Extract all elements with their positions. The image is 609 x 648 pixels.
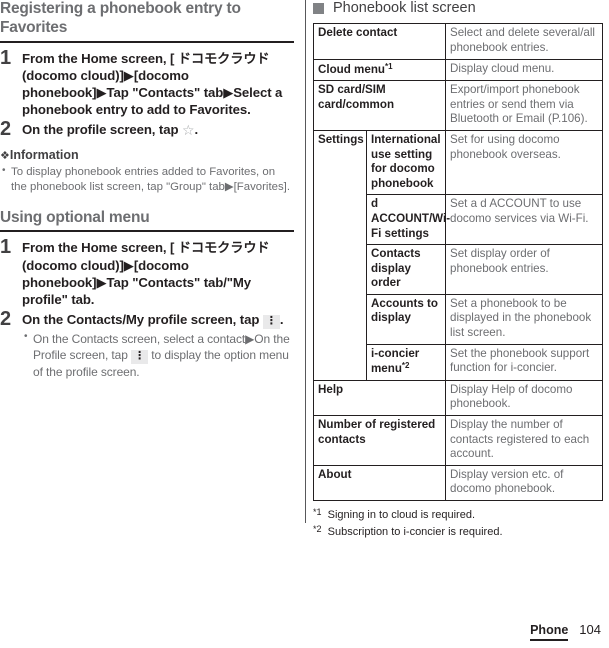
page-footer: Phone 104	[530, 622, 601, 641]
manual-page: Registering a phonebook entry to Favorit…	[0, 0, 609, 648]
row-value: Display the number of contacts registere…	[445, 415, 603, 466]
step-number: 1	[0, 46, 12, 69]
section-rule	[0, 40, 294, 43]
footnote-item: *2 Subscription to i-concier is required…	[313, 523, 602, 540]
key-label: SD card/SIM card/common	[318, 83, 395, 111]
step-text-after: .	[279, 312, 284, 328]
table-row: Delete contact Select and delete several…	[313, 23, 603, 60]
row-key: Help	[313, 379, 446, 417]
table-row: Settings International use setting for d…	[313, 129, 603, 381]
row-subkey: d ACCOUNT/Wi-Fi settings	[366, 194, 450, 246]
row-key: Number of registered contacts	[313, 415, 446, 466]
row-key: About	[313, 464, 446, 502]
table-row: Number of registered contacts Display th…	[313, 415, 603, 466]
step-number: 2	[0, 308, 12, 331]
footer-page-number: 104	[579, 622, 601, 638]
filled-square-icon	[313, 3, 324, 15]
step-1-registering: 1 From the Home screen, [ ドコモクラウド (docom…	[0, 46, 294, 119]
step-text: On the profile screen, tap ☆.	[22, 121, 294, 138]
row-subkey: Accounts to display	[366, 293, 446, 345]
row-key: Delete contact	[313, 23, 446, 60]
information-heading: ❖Information	[0, 148, 294, 163]
table-row: Help Display Help of docomo phonebook.	[313, 379, 603, 417]
footnote-marker: *2	[401, 361, 410, 371]
row-value: Set a phonebook to be displayed in the p…	[445, 293, 603, 345]
star-outline-icon: ☆	[182, 122, 195, 139]
step-text: On the Contacts/My profile screen, tap ⋮…	[22, 311, 294, 380]
list-item: To display phonebook entries added to Fa…	[0, 164, 294, 195]
footnote-marker: *1	[313, 507, 322, 518]
menu-options-table: Delete contact Select and delete several…	[313, 23, 603, 502]
row-key-settings: Settings	[313, 129, 367, 381]
row-value: Export/import phonebook entries or send …	[445, 80, 603, 131]
footnote-text: Signing in to cloud is required.	[327, 509, 476, 522]
kebab-menu-icon: ⋮	[131, 350, 149, 365]
list-item: On the Contacts screen, select a contact…	[22, 330, 294, 380]
heading-label: Phonebook list screen	[333, 0, 476, 16]
section-heading-registering-favorites: Registering a phonebook entry to Favorit…	[0, 0, 241, 36]
row-value: Display cloud menu.	[445, 58, 603, 82]
step-text-before: On the profile screen, tap	[22, 122, 179, 138]
row-value: Display version etc. of docomo phonebook…	[445, 464, 603, 502]
right-column: Phonebook list screen Delete contact Sel…	[313, 0, 603, 540]
step-2-optional-menu: 2 On the Contacts/My profile screen, tap…	[0, 308, 294, 380]
footnote-text: Subscription to i-concier is required.	[327, 526, 503, 539]
footer-chapter-label: Phone	[530, 623, 569, 641]
information-note-list: To display phonebook entries added to Fa…	[0, 164, 294, 195]
table-row: Cloud menu*1 Display cloud menu.	[313, 58, 603, 82]
row-key: SD card/SIM card/common	[313, 80, 446, 131]
key-label: Delete contact	[318, 26, 398, 40]
left-column: Registering a phonebook entry to Favorit…	[0, 0, 294, 383]
row-subkey: International use setting for docomo pho…	[366, 129, 446, 196]
step-2-registering: 2 On the profile screen, tap ☆.	[0, 118, 294, 141]
row-value: Set for using docomo phonebook overseas.	[445, 129, 603, 196]
step-text-before: On the Contacts/My profile screen, tap	[22, 312, 260, 328]
key-label: Cloud menu	[318, 62, 385, 76]
substep-list: On the Contacts screen, select a contact…	[22, 330, 294, 380]
phonebook-list-screen-heading: Phonebook list screen	[313, 0, 602, 17]
row-subkey: Contacts display order	[366, 244, 446, 295]
step-text-after: .	[194, 122, 199, 138]
table-row: SD card/SIM card/common Export/import ph…	[313, 80, 603, 131]
row-subkey: i-concier menu*2	[366, 343, 446, 381]
footnotes: *1 Signing in to cloud is required. *2 S…	[313, 506, 602, 540]
section-heading-using-optional-menu: Using optional menu	[0, 208, 150, 226]
footnote-marker: *2	[313, 524, 322, 535]
subkey-label: i-concier menu	[371, 346, 420, 376]
row-value: Display Help of docomo phonebook.	[445, 379, 603, 417]
step-text: From the Home screen, [ ドコモクラウド (docomo …	[22, 50, 283, 118]
step-1-optional-menu: 1 From the Home screen, [ ドコモクラウド (docom…	[0, 236, 294, 308]
row-value: Set the phonebook support function for i…	[445, 343, 603, 381]
information-label: Information	[9, 148, 79, 163]
table-row: About Display version etc. of docomo pho…	[313, 464, 603, 502]
footnote-marker: *1	[384, 61, 393, 71]
step-text: From the Home screen, [ ドコモクラウド (docomo …	[22, 240, 270, 307]
diamond-bullet-icon: ❖	[0, 150, 10, 163]
row-value: Set display order of phonebook entries.	[445, 244, 603, 295]
row-value: Select and delete several/all phonebook …	[445, 23, 603, 60]
section-rule	[0, 230, 294, 233]
row-value: Set a d ACCOUNT to use docomo services v…	[445, 194, 603, 246]
row-key: Cloud menu*1	[313, 58, 446, 82]
footnote-item: *1 Signing in to cloud is required.	[313, 506, 602, 523]
step-number: 2	[0, 118, 12, 141]
kebab-menu-icon: ⋮	[262, 315, 280, 330]
column-divider	[305, 0, 306, 523]
step-number: 1	[0, 236, 12, 259]
